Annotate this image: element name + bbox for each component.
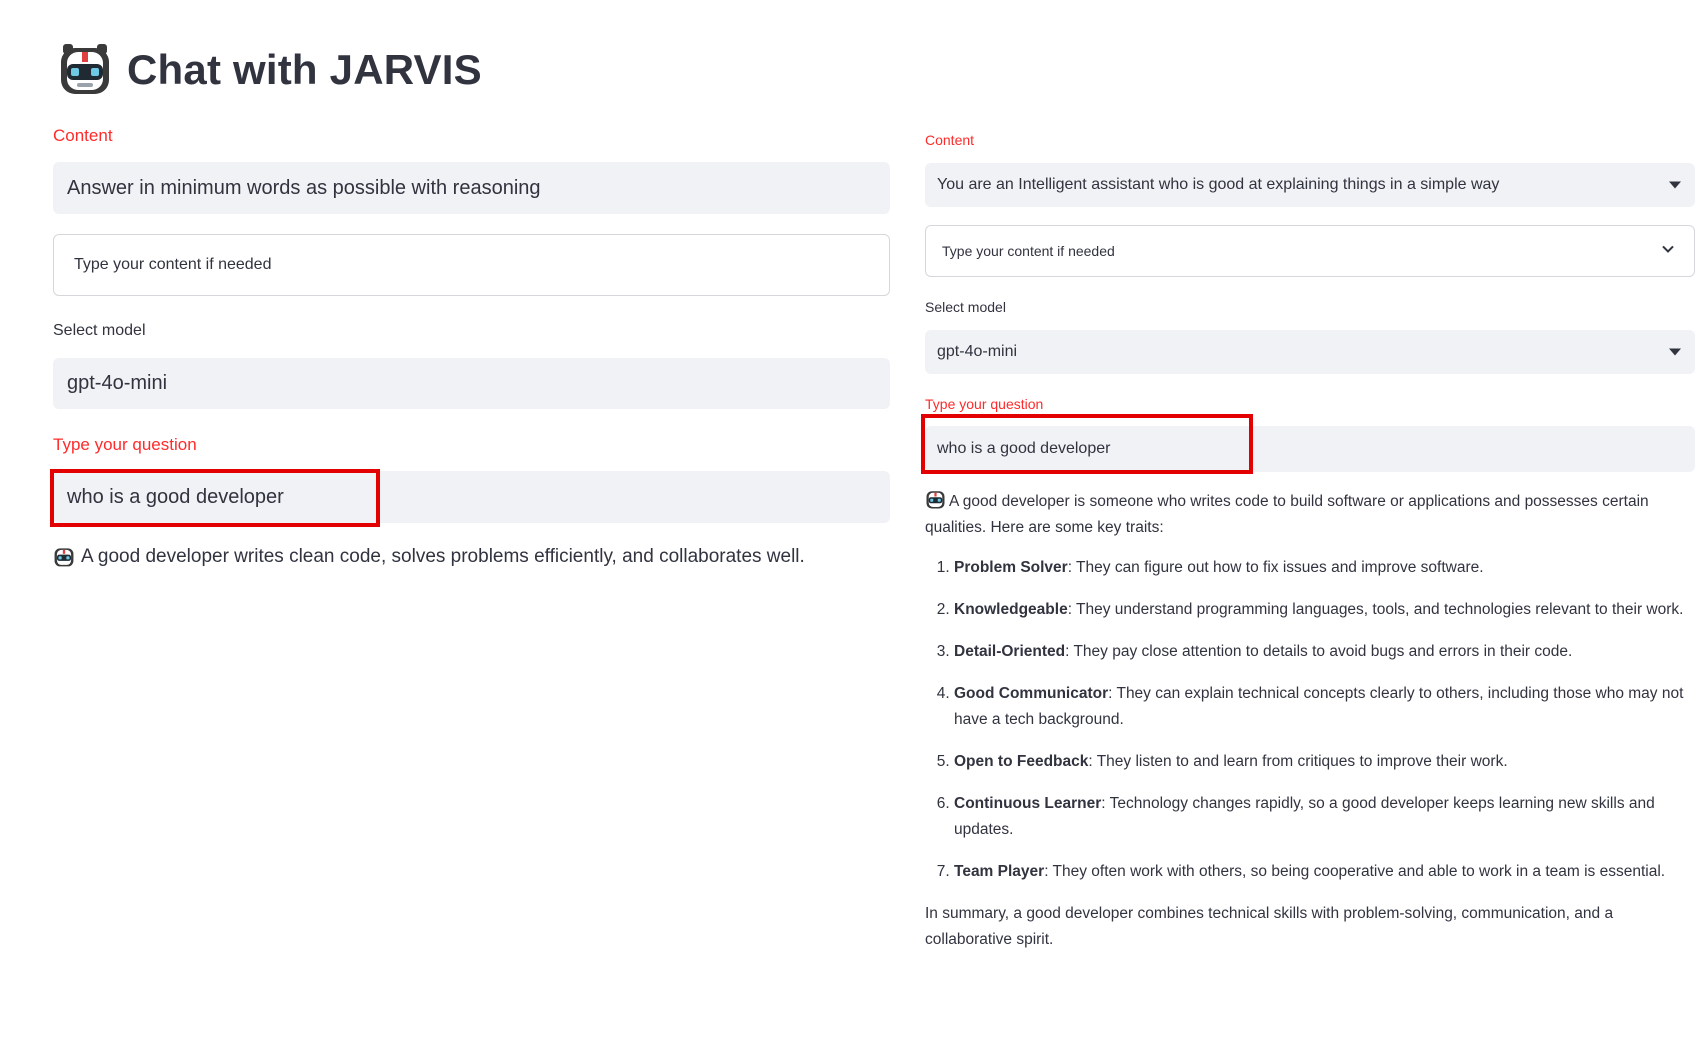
trait-title: Team Player — [954, 863, 1045, 880]
caret-down-icon — [1669, 181, 1681, 189]
caret-down-icon — [1669, 348, 1681, 356]
list-item: Continuous Learner: Technology changes r… — [954, 791, 1695, 843]
right-custom-content-select[interactable]: Type your content if needed — [925, 225, 1695, 277]
traits-list: Problem Solver: They can figure out how … — [925, 555, 1695, 885]
left-content-label: Content — [53, 126, 113, 145]
left-model-value: gpt-4o-mini — [67, 372, 168, 394]
trait-title: Continuous Learner — [954, 795, 1102, 812]
robot-face-icon — [54, 548, 74, 567]
list-item: Open to Feedback: They listen to and lea… — [954, 749, 1695, 775]
left-question-highlight — [50, 469, 380, 527]
trait-text: : They understand programming languages,… — [1067, 601, 1684, 618]
right-question-label: Type your question — [925, 396, 1044, 412]
trait-text: : They listen to and learn from critique… — [1088, 753, 1508, 770]
right-answer-intro: A good developer is someone who writes c… — [925, 489, 1695, 541]
right-answer: A good developer is someone who writes c… — [925, 489, 1695, 953]
trait-title: Problem Solver — [954, 559, 1068, 576]
list-item: Team Player: They often work with others… — [954, 859, 1695, 885]
left-model-label: Select model — [53, 322, 146, 339]
list-item: Problem Solver: They can figure out how … — [954, 555, 1695, 581]
left-custom-content-input[interactable]: Type your content if needed — [53, 234, 890, 296]
left-content-value: Answer in minimum words as possible with… — [67, 176, 541, 199]
right-model-value: gpt-4o-mini — [937, 343, 1018, 360]
left-content-input[interactable]: Answer in minimum words as possible with… — [53, 162, 890, 214]
trait-text: : They often work with others, so being … — [1044, 863, 1666, 880]
trait-text: : They can figure out how to fix issues … — [1067, 559, 1484, 576]
list-item: Detail-Oriented: They pay close attentio… — [954, 639, 1695, 665]
right-model-select[interactable]: gpt-4o-mini — [925, 330, 1695, 374]
list-item: Knowledgeable: They understand programmi… — [954, 597, 1695, 623]
right-content-select[interactable]: You are an Intelligent assistant who is … — [925, 163, 1695, 207]
chevron-down-icon — [1662, 245, 1674, 253]
trait-title: Open to Feedback — [954, 753, 1089, 770]
trait-title: Good Communicator — [954, 685, 1109, 702]
left-custom-content-placeholder: Type your content if needed — [74, 256, 272, 273]
right-question-highlight — [921, 414, 1253, 474]
left-answer: A good developer writes clean code, solv… — [53, 546, 805, 568]
left-answer-text: A good developer writes clean code, solv… — [81, 546, 805, 567]
robot-face-icon — [926, 491, 945, 509]
right-answer-summary: In summary, a good developer combines te… — [925, 905, 1614, 948]
list-item: Good Communicator: They can explain tech… — [954, 681, 1695, 733]
right-content-label: Content — [925, 132, 975, 148]
right-model-label: Select model — [925, 299, 1006, 315]
right-custom-content-placeholder: Type your content if needed — [942, 243, 1115, 259]
page-title-bar: Chat with JARVIS — [57, 40, 482, 100]
trait-title: Detail-Oriented — [954, 643, 1066, 660]
left-question-label: Type your question — [53, 435, 197, 454]
page-title: Chat with JARVIS — [127, 46, 482, 93]
robot-face-icon — [61, 44, 109, 94]
right-answer-intro-text: A good developer is someone who writes c… — [925, 493, 1649, 536]
right-content-value: You are an Intelligent assistant who is … — [937, 176, 1500, 193]
trait-text: : They pay close attention to details to… — [1065, 643, 1573, 660]
trait-title: Knowledgeable — [954, 601, 1068, 618]
left-model-select[interactable]: gpt-4o-mini — [53, 358, 890, 409]
